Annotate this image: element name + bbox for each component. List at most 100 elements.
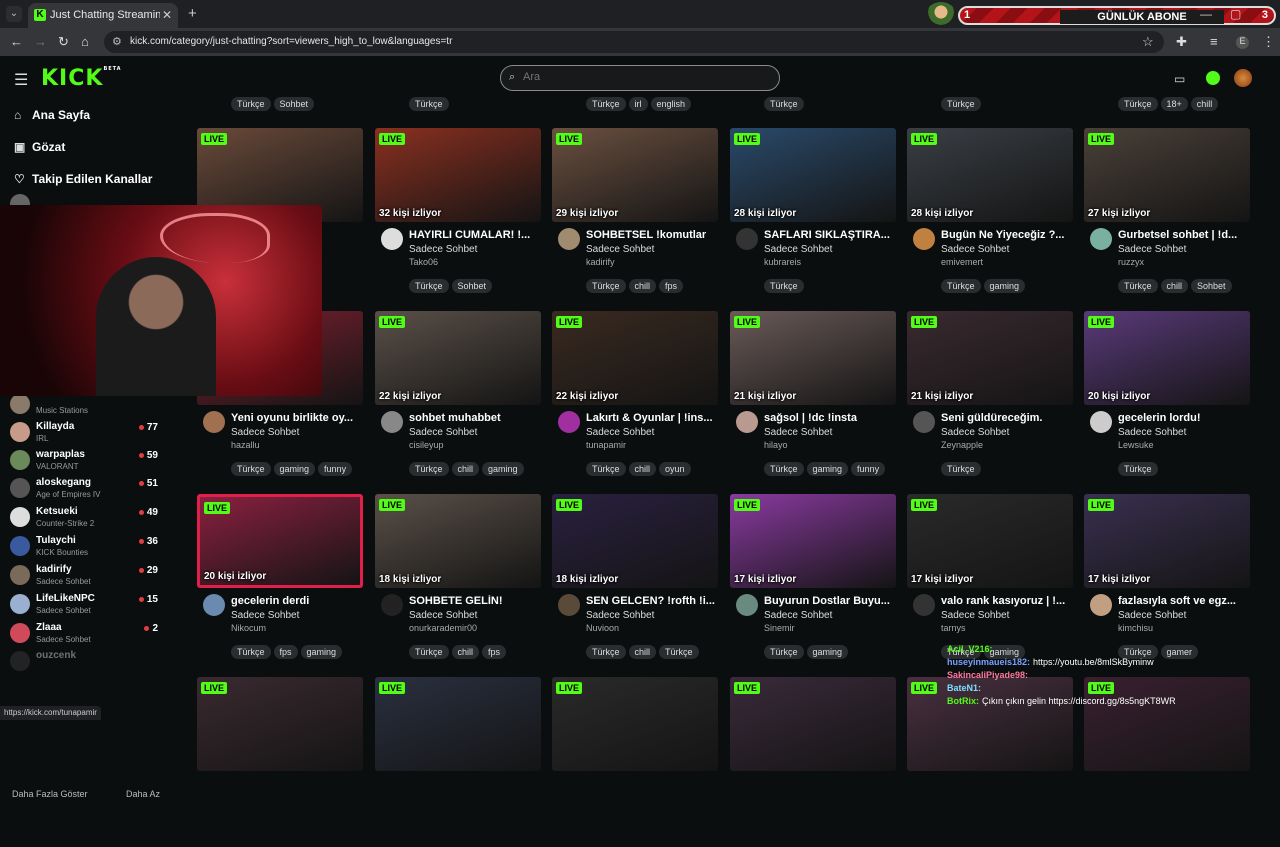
tag-chip[interactable]: Türkçe [231, 645, 271, 659]
tag-chip[interactable]: fps [273, 645, 298, 659]
stream-card[interactable]: LIVE 32 kişi izliyor HAYIRLI CUMALAR! !...… [375, 128, 541, 298]
sidebar-channel[interactable]: ouzcenk [10, 647, 170, 675]
stream-title[interactable]: gecelerin lordu! [1118, 412, 1248, 424]
tag-chip[interactable]: Türkçe [1118, 97, 1158, 111]
tag-chip[interactable]: chill [1190, 97, 1219, 111]
streamer-avatar[interactable] [913, 228, 935, 250]
tag-chip[interactable]: Türkçe [764, 97, 804, 111]
streamer-name[interactable]: Lewsuke [1118, 440, 1154, 450]
minimize-icon[interactable]: — [1200, 7, 1212, 21]
stream-card[interactable]: LIVE 28 kişi izliyor Bugün Ne Yiyeceğiz ?.… [907, 128, 1073, 298]
streamer-avatar[interactable] [381, 411, 403, 433]
kick-logo[interactable]: KICKBETA [41, 66, 122, 91]
stream-thumbnail[interactable]: LIVE 17 kişi izliyor [1084, 494, 1250, 588]
tag-chip[interactable]: english [650, 97, 692, 111]
tag-chip[interactable]: gaming [273, 462, 316, 476]
streamer-avatar[interactable] [736, 411, 758, 433]
stream-thumbnail[interactable]: LIVE 22 kişi izliyor [375, 311, 541, 405]
tag-chip[interactable]: Türkçe [231, 97, 271, 111]
profile-icon[interactable]: E [1236, 36, 1249, 49]
streamer-name[interactable]: Nuvioon [586, 623, 619, 633]
tag-chip[interactable]: oyun [659, 462, 691, 476]
tag-chip[interactable]: Türkçe [409, 462, 449, 476]
streamer-name[interactable]: kubrareis [764, 257, 801, 267]
stream-category[interactable]: Sadece Sohbet [1118, 610, 1186, 621]
stream-title[interactable]: gecelerin derdi [231, 595, 361, 607]
maximize-icon[interactable]: ▢ [1230, 7, 1241, 21]
stream-category[interactable]: Sadece Sohbet [764, 427, 832, 438]
stream-thumbnail[interactable]: LIVE 27 kişi izliyor [1084, 128, 1250, 222]
stream-title[interactable]: fazlasıyla soft ve egz... [1118, 595, 1248, 607]
bookmark-star-icon[interactable]: ☆ [1142, 34, 1154, 50]
new-tab-icon[interactable]: + [188, 5, 197, 22]
tag-chip[interactable]: Türkçe [941, 97, 981, 111]
tag-chip[interactable]: chill [628, 279, 657, 293]
tag-chip[interactable]: gaming [983, 279, 1026, 293]
stream-thumbnail[interactable]: LIVE [375, 677, 541, 771]
tag-chip[interactable]: Türkçe [764, 279, 804, 293]
stream-thumbnail[interactable]: LIVE [730, 677, 896, 771]
stream-title[interactable]: Yeni oyunu birlikte oy... [231, 412, 361, 424]
stream-card[interactable]: LIVE [730, 677, 896, 847]
stream-thumbnail[interactable]: LIVE 21 kişi izliyor [907, 311, 1073, 405]
stream-title[interactable]: Seni güldüreceğim. [941, 412, 1071, 424]
streamer-avatar[interactable] [913, 411, 935, 433]
sidebar-channel[interactable]: LifeLikeNPC Sadece Sohbet 15 [10, 590, 170, 618]
stream-category[interactable]: Sadece Sohbet [764, 244, 832, 255]
stream-thumbnail[interactable]: LIVE 17 kişi izliyor [730, 494, 896, 588]
streamer-name[interactable]: hazallu [231, 440, 260, 450]
stream-category[interactable]: Sadece Sohbet [941, 244, 1009, 255]
tag-chip[interactable]: chill [1160, 279, 1189, 293]
tag-chip[interactable]: Türkçe [941, 279, 981, 293]
home-icon[interactable]: ⌂ [81, 34, 89, 49]
stream-title[interactable]: Lakırtı & Oyunlar | !ins... [586, 412, 716, 424]
tag-chip[interactable]: Türkçe [409, 645, 449, 659]
sidebar-channel[interactable]: Zlaaa Sadece Sohbet 2 [10, 619, 170, 647]
close-tab-icon[interactable]: ✕ [162, 8, 172, 22]
streamer-avatar[interactable] [558, 411, 580, 433]
tag-chip[interactable]: gaming [482, 462, 524, 476]
stream-category[interactable]: Sadece Sohbet [764, 610, 832, 621]
stream-card[interactable]: LIVE 18 kişi izliyor SEN GELCEN? !rofth !i… [552, 494, 718, 664]
stream-card[interactable]: LIVE 27 kişi izliyor Gurbetsel sohbet | !d… [1084, 128, 1250, 298]
stream-thumbnail[interactable]: LIVE 18 kişi izliyor [552, 494, 718, 588]
stream-card[interactable]: LIVE 28 kişi izliyor SAFLARI SIKLAŞTIRA...… [730, 128, 896, 298]
stream-card[interactable]: LIVE 18 kişi izliyor SOHBETE GELİN! Sadece … [375, 494, 541, 664]
tag-chip[interactable]: fps [659, 279, 684, 293]
tag-chip[interactable]: Türkçe [409, 97, 449, 111]
streamer-avatar[interactable] [203, 594, 225, 616]
stream-card[interactable]: LIVE 22 kişi izliyor Lakırtı & Oyunlar | !… [552, 311, 718, 481]
sidebar-nav-item[interactable]: ⌂ Ana Sayfa [14, 108, 90, 122]
tag-chip[interactable]: chill [451, 462, 480, 476]
stream-thumbnail[interactable]: LIVE [552, 677, 718, 771]
show-more-button[interactable]: Daha Fazla Göster [12, 789, 88, 799]
reload-icon[interactable]: ↻ [58, 34, 69, 50]
stream-thumbnail[interactable]: LIVE 29 kişi izliyor [552, 128, 718, 222]
sidebar-channel[interactable]: kadirify Sadece Sohbet 29 [10, 561, 170, 589]
user-avatar[interactable] [1234, 69, 1252, 87]
stream-thumbnail[interactable]: LIVE 20 kişi izliyor [1084, 311, 1250, 405]
streamer-avatar[interactable] [736, 594, 758, 616]
tag-chip[interactable]: chill [451, 645, 480, 659]
tag-chip[interactable]: Türkçe [586, 97, 626, 111]
stream-thumbnail[interactable]: LIVE 21 kişi izliyor [730, 311, 896, 405]
streamer-avatar[interactable] [558, 228, 580, 250]
streamer-avatar[interactable] [736, 228, 758, 250]
stream-title[interactable]: valo rank kasıyoruz | !... [941, 595, 1071, 607]
stream-thumbnail[interactable]: LIVE 17 kişi izliyor [907, 494, 1073, 588]
stream-title[interactable]: Bugün Ne Yiyeceğiz ?... [941, 229, 1071, 241]
stream-category[interactable]: Sadece Sohbet [409, 610, 477, 621]
tag-chip[interactable]: Sohbet [1191, 279, 1232, 293]
streamer-name[interactable]: ruzzyx [1118, 257, 1144, 267]
sidebar-nav-item[interactable]: ▣ Gözat [14, 140, 65, 154]
tag-chip[interactable]: Türkçe [586, 462, 626, 476]
stream-card[interactable]: LIVE 21 kişi izliyor Seni güldüreceğim. Sad… [907, 311, 1073, 481]
tag-chip[interactable]: Türkçe [586, 645, 626, 659]
streamer-name[interactable]: tunapamir [586, 440, 626, 450]
stream-title[interactable]: Buyurun Dostlar Buyu... [764, 595, 894, 607]
stream-thumbnail[interactable]: LIVE 28 kişi izliyor [907, 128, 1073, 222]
tag-chip[interactable]: Türkçe [586, 279, 626, 293]
streamer-avatar[interactable] [1090, 411, 1112, 433]
sidebar-channel[interactable]: Ketsueki Counter-Strike 2 49 [10, 503, 170, 531]
site-info-icon[interactable]: ⚙ [112, 35, 122, 48]
